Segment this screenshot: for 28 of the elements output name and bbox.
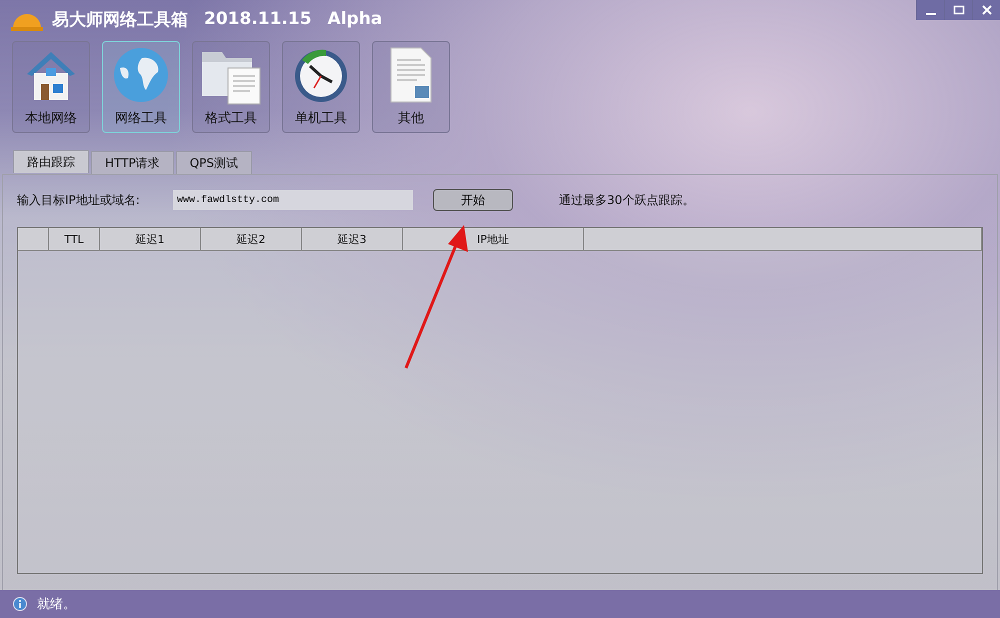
column-header[interactable]: 延迟3 bbox=[302, 228, 403, 250]
column-header[interactable]: TTL bbox=[49, 228, 100, 250]
minimize-icon bbox=[926, 13, 936, 15]
toolbar-button[interactable]: 单机工具 bbox=[282, 41, 360, 133]
maximize-button[interactable] bbox=[944, 0, 972, 20]
edition-label: Alpha bbox=[328, 9, 382, 29]
tab[interactable]: HTTP请求 bbox=[91, 151, 174, 174]
status-text: 就绪。 bbox=[37, 596, 76, 613]
column-header[interactable]: 延迟1 bbox=[100, 228, 201, 250]
target-label: 输入目标IP地址或域名: bbox=[17, 192, 141, 208]
window-title: 易大师网络工具箱 bbox=[52, 8, 188, 30]
version-label: 2018.11.15 bbox=[204, 9, 312, 29]
target-input[interactable]: www.fawdlstty.com bbox=[173, 190, 413, 210]
globe-icon bbox=[112, 46, 170, 104]
tab[interactable]: QPS测试 bbox=[176, 151, 252, 174]
hop-hint: 通过最多30个跃点跟踪。 bbox=[559, 192, 694, 208]
minimize-button[interactable] bbox=[916, 0, 944, 20]
tab[interactable]: 路由跟踪 bbox=[13, 150, 89, 173]
close-icon bbox=[980, 5, 992, 15]
toolbar-button[interactable]: 网络工具 bbox=[102, 41, 180, 133]
maximize-icon bbox=[952, 5, 964, 15]
start-button[interactable]: 开始 bbox=[433, 189, 513, 211]
toolbar-button[interactable]: 格式工具 bbox=[192, 41, 270, 133]
column-header[interactable]: 延迟2 bbox=[201, 228, 302, 250]
toolbar-button[interactable]: 其他 bbox=[372, 41, 450, 133]
info-icon bbox=[13, 597, 27, 611]
toolbar-button[interactable]: 本地网络 bbox=[12, 41, 90, 133]
close-button[interactable] bbox=[972, 0, 1000, 20]
